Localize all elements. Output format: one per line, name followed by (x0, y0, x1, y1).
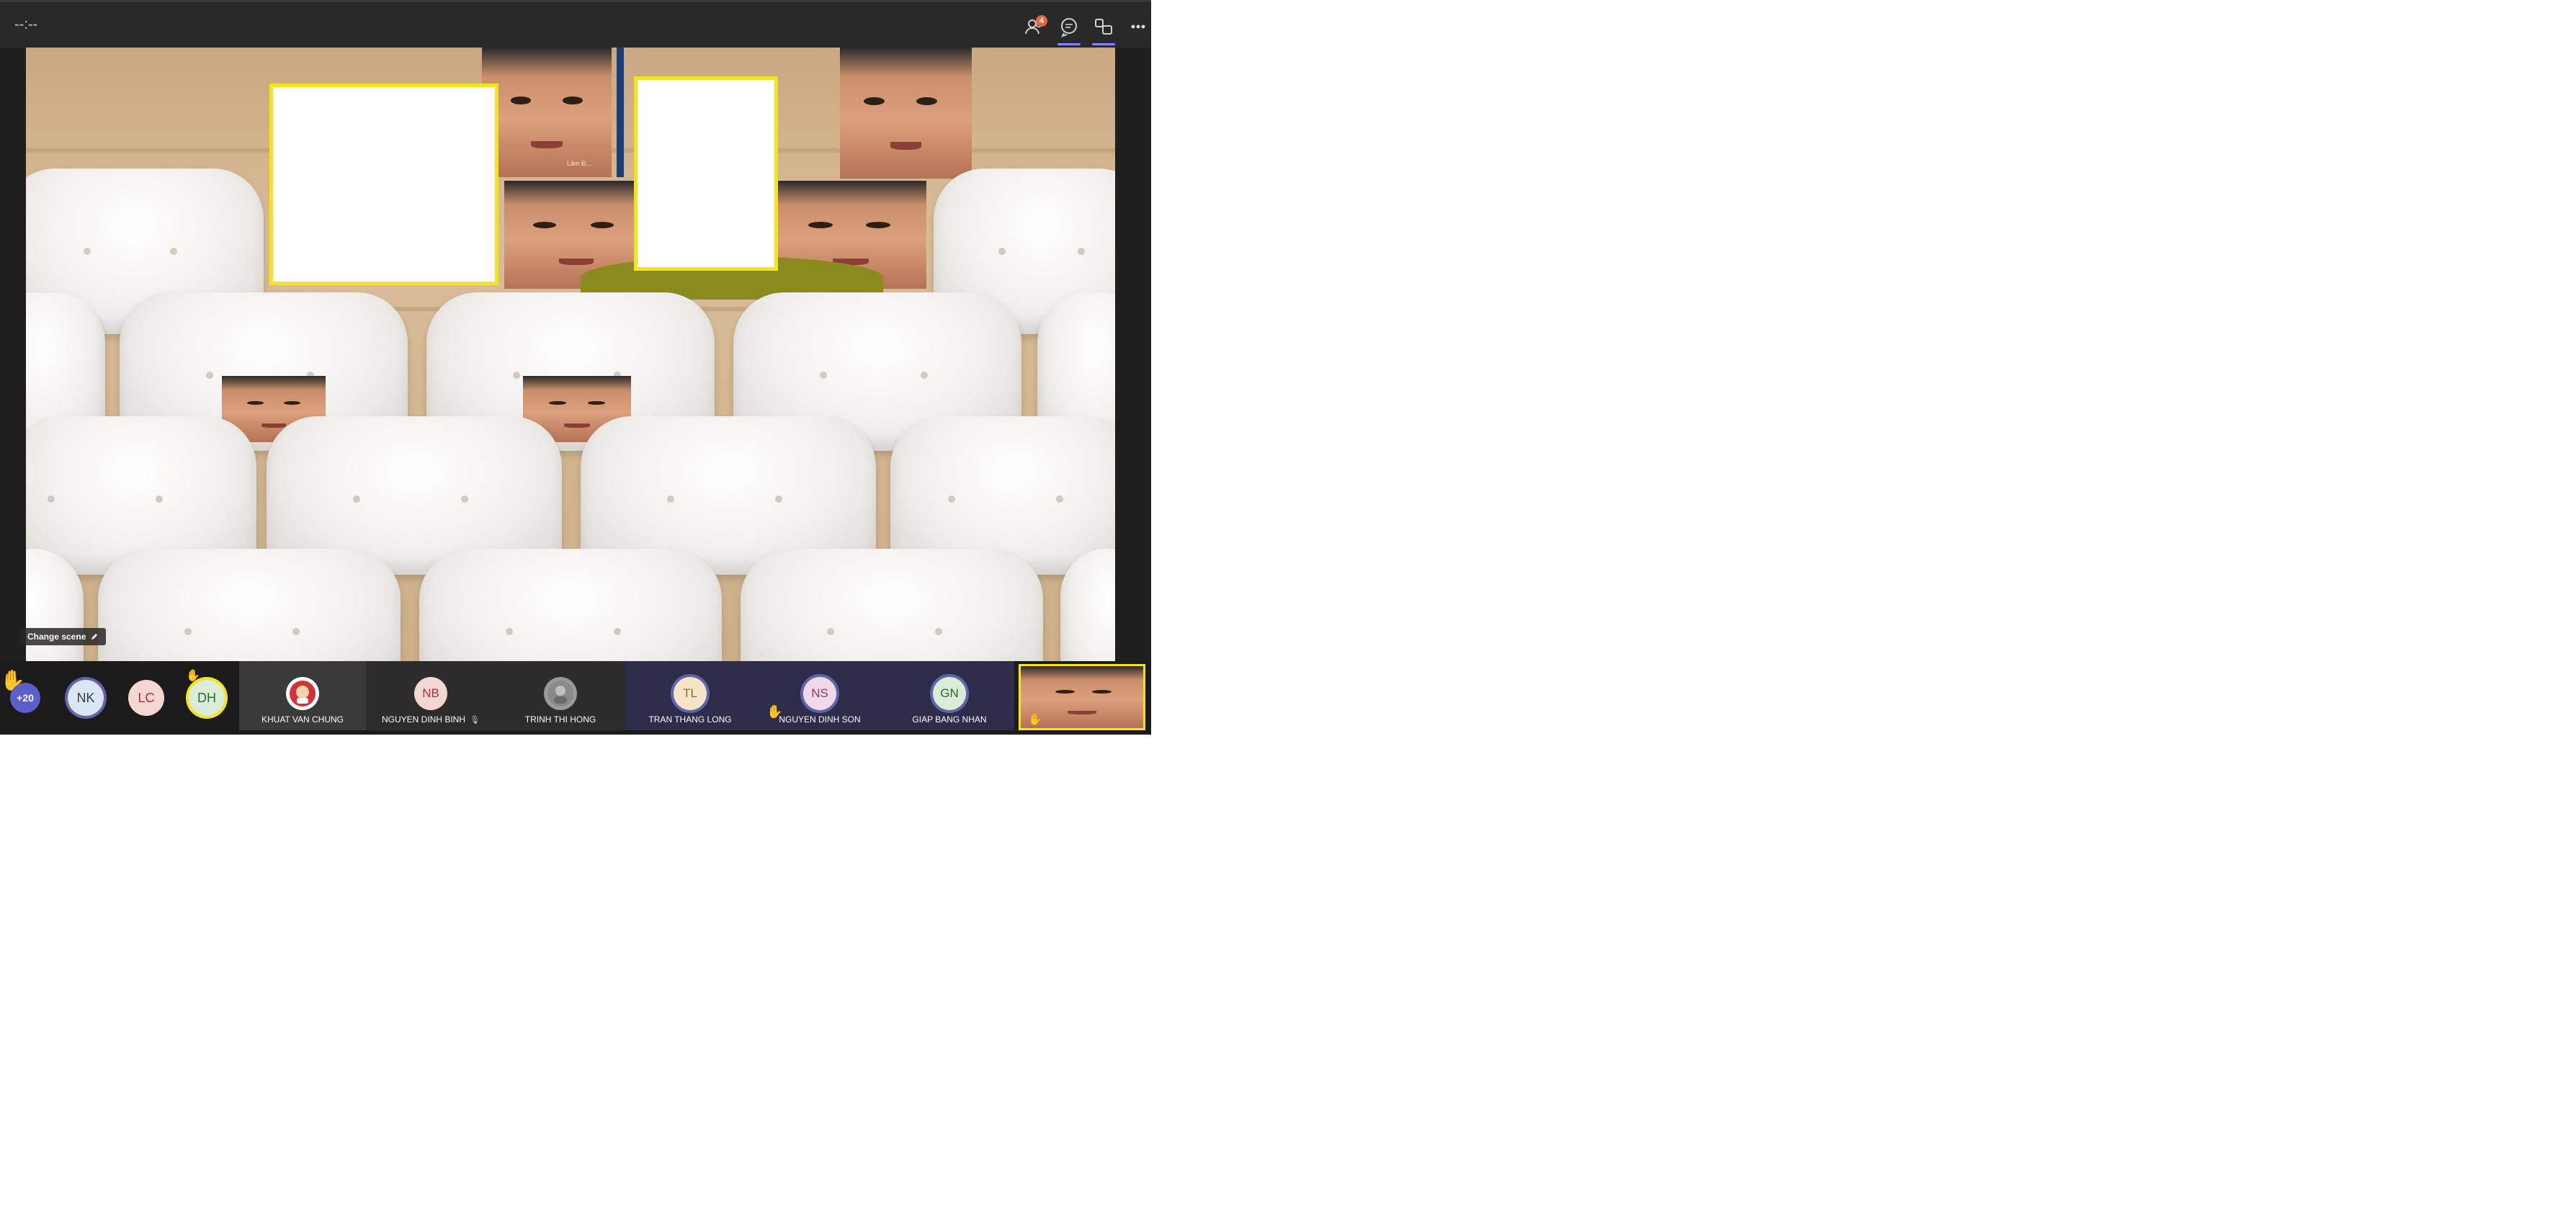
overflow-participants-button[interactable]: +20 (10, 683, 40, 713)
avatar (544, 677, 577, 710)
participant-video-label: Lâm Đ... (567, 160, 592, 167)
change-scene-button[interactable]: Change scene (20, 628, 107, 645)
participant-video-placeholder (269, 84, 498, 285)
avatar: NB (414, 677, 447, 710)
participant-video-edge (617, 48, 624, 177)
participant-tile[interactable]: TL TRAN THANG LONG (625, 661, 755, 730)
participant-tile[interactable]: KHUAT VAN CHUNG (239, 661, 366, 730)
chat-button[interactable] (1055, 12, 1083, 45)
change-scene-label: Change scene (27, 632, 86, 642)
avatar: TL (674, 677, 707, 710)
more-options-button[interactable] (1124, 12, 1151, 41)
participant-avatar-nk[interactable]: NK (68, 680, 104, 716)
theater-seat (98, 549, 401, 661)
participant-name: NGUYEN DINH SON (779, 714, 861, 725)
participant-name: TRAN THANG LONG (648, 714, 732, 725)
participant-tile[interactable]: NS ✋ NGUYEN DINH SON (755, 661, 885, 730)
meeting-top-bar: --:-- 4 (0, 0, 1151, 48)
photo-avatar-icon (547, 681, 573, 707)
participants-button[interactable]: 4 (1020, 12, 1049, 41)
avatar: NS (803, 677, 836, 710)
rooms-button[interactable] (1089, 12, 1118, 45)
raised-hand-icon: ✋ (186, 670, 200, 682)
rooms-icon (1095, 19, 1112, 35)
participant-tile[interactable]: TRINH THI HONG (496, 661, 625, 730)
avatar (286, 677, 319, 710)
chat-icon (1061, 18, 1077, 37)
ellipsis-icon (1131, 24, 1145, 29)
pencil-icon (91, 634, 98, 640)
participant-name-row: NGUYEN DINH BINH 🎙 (366, 714, 496, 725)
self-video-preview[interactable]: ✋ (1019, 664, 1145, 730)
participants-count-badge: 4 (1036, 15, 1047, 27)
participant-video (840, 48, 972, 179)
meeting-timer: --:-- (14, 17, 38, 32)
mic-icon: 🎙 (470, 716, 480, 725)
participant-strip: ✋ +20 NK LC DH ✋ KHUAT VAN CHUNG NB NGUY… (0, 661, 1151, 735)
theater-seat (419, 549, 722, 661)
participant-tile[interactable]: GN GIAP BANG NHAN (885, 661, 1014, 730)
together-mode-stage: Lâm Đ... (26, 48, 1115, 661)
avatar: GN (933, 677, 966, 710)
participant-name: NGUYEN DINH BINH (382, 714, 466, 725)
participant-name: GIAP BANG NHAN (912, 714, 987, 725)
rooms-active-indicator (1092, 43, 1115, 45)
participant-video-placeholder (634, 76, 778, 271)
participant-video: Lâm Đ... (482, 48, 612, 177)
teams-meeting-window: --:-- 4 Lâm Đ... Change scene ✋ +20 NK L… (0, 0, 1151, 735)
participant-avatar-lc[interactable]: LC (128, 680, 164, 716)
raised-hand-icon: ✋ (1028, 714, 1042, 726)
participant-avatar-dh[interactable]: DH (189, 680, 225, 716)
cartoon-avatar-icon (290, 681, 316, 707)
participant-tile[interactable]: NB NGUYEN DINH BINH 🎙 (366, 661, 496, 730)
theater-seat (741, 549, 1043, 661)
participant-name: TRINH THI HONG (524, 714, 596, 725)
chat-active-indicator (1057, 43, 1081, 45)
participant-name: KHUAT VAN CHUNG (261, 714, 344, 725)
